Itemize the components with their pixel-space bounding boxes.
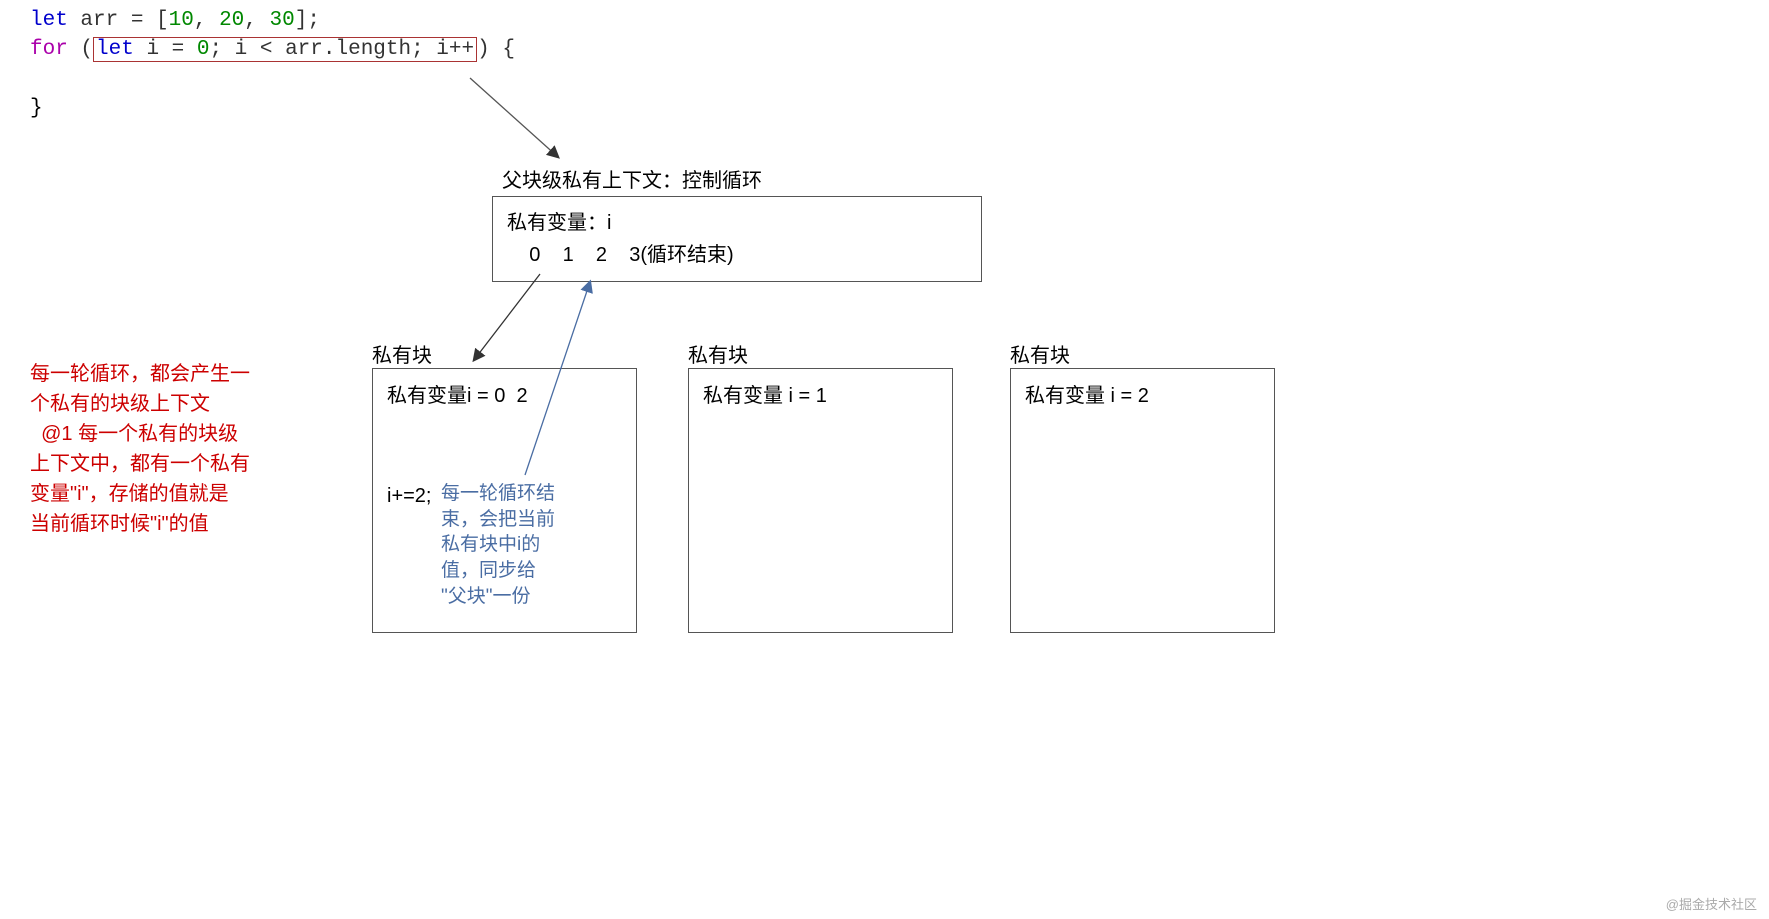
watermark: @掘金技术社区 [1666,894,1757,913]
code-block: let arr = [10, 20, 30]; for (let i = 0; … [30,6,515,124]
code-line-1: let arr = [10, 20, 30]; [30,6,515,35]
block1-var: 私有变量i = 0 2 [387,381,622,411]
code-line-2: for (let i = 0; i < arr.length; i++) { [30,35,515,64]
code-line-3 [30,65,515,94]
code-line-4: } [30,94,515,123]
block2-var: 私有变量 i = 1 [703,381,938,411]
parent-var-label: 私有变量：i [507,207,967,239]
for-condition-highlight: let i = 0; i < arr.length; i++ [93,37,477,62]
block1-increment-row: i+=2; 每一轮循环结 束，会把当前 私有块中i的 值，同步给 "父块"一份 [387,481,622,609]
private-block-3: 私有变量 i = 2 [1010,368,1275,633]
blue-sync-note: 每一轮循环结 束，会把当前 私有块中i的 值，同步给 "父块"一份 [441,481,571,609]
red-annotation: 每一轮循环，都会产生一 个私有的块级上下文 @1 每一个私有的块级 上下文中，都… [30,359,280,539]
parent-box-title: 父块级私有上下文：控制循环 [502,164,762,193]
private-block-2-title: 私有块 [688,339,748,368]
increment-code: i+=2; [387,485,431,507]
block3-var: 私有变量 i = 2 [1025,381,1260,411]
keyword-for: for [30,38,68,61]
parent-var-values: 0 1 2 3(循环结束) [507,239,967,271]
keyword-let: let [30,9,68,32]
private-block-1: 私有变量i = 0 2 i+=2; 每一轮循环结 束，会把当前 私有块中i的 值… [372,368,637,633]
arrow-parent-to-block1 [474,274,540,360]
private-block-2: 私有变量 i = 1 [688,368,953,633]
private-block-1-title: 私有块 [372,339,432,368]
parent-context-box: 私有变量：i 0 1 2 3(循环结束) [492,196,982,282]
private-block-3-title: 私有块 [1010,339,1070,368]
